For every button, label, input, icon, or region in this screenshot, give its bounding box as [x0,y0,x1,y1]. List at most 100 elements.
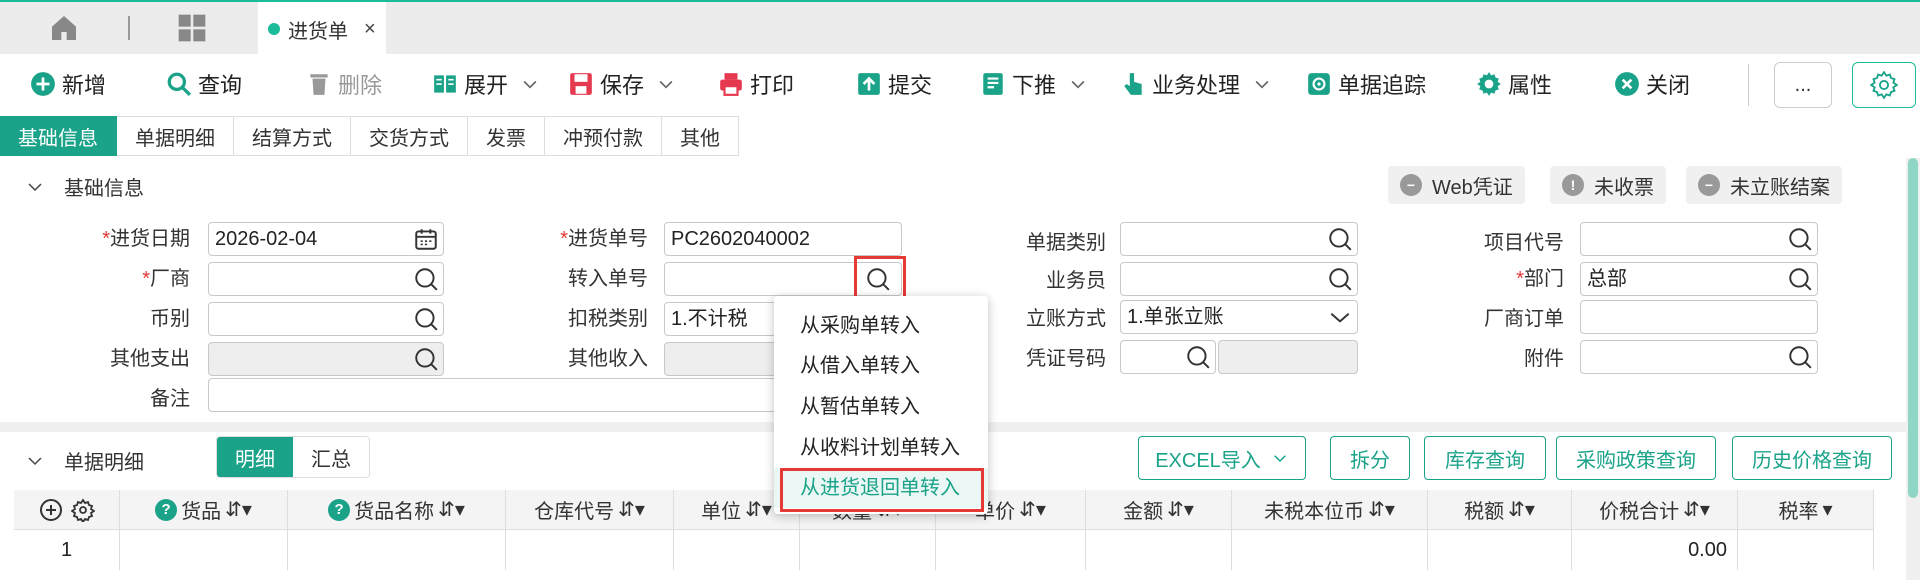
attachment-field[interactable] [1580,340,1818,374]
purchase-policy-button[interactable]: 采购政策查询 [1556,436,1716,480]
col-amount[interactable]: 金额 ⇵▾ [1086,490,1232,530]
plus-circle-icon[interactable] [39,498,63,522]
cell-goods[interactable] [120,530,288,570]
search-icon[interactable] [413,306,439,332]
save-button[interactable]: 保存 [568,66,676,102]
search-icon[interactable] [1185,344,1211,370]
business-button[interactable]: 业务处理 [1120,66,1272,102]
tab-settlement[interactable]: 结算方式 [234,116,351,156]
cell-amount[interactable] [1086,530,1232,570]
tab-other[interactable]: 其他 [662,116,739,156]
voucher-no-label: 凭证号码 [1026,348,1106,370]
toggle-detail[interactable]: 明细 [217,437,293,477]
transfer-no-label: 转入单号 [568,268,648,290]
other-expense-field [208,342,444,376]
delete-button[interactable]: 删除 [306,66,382,102]
more-button[interactable]: ... [1774,62,1832,108]
doc-type-field[interactable] [1120,222,1358,256]
order-no-field[interactable]: PC2602040002 [664,222,902,256]
basic-info-header[interactable]: 基础信息 [26,172,144,201]
currency-field[interactable] [208,302,444,336]
col-tax[interactable]: 税额 ⇵▾ [1428,490,1572,530]
print-button[interactable]: 打印 [718,66,794,102]
tab-basic-info[interactable]: 基础信息 [0,116,117,156]
business-label: 业务处理 [1152,73,1241,98]
detail-header[interactable]: 单据明细 [26,446,144,475]
cell-unit[interactable] [674,530,800,570]
cell-total[interactable]: 0.00 [1572,530,1738,570]
not-settled-tag[interactable]: − 未立账结案 [1686,166,1842,204]
hand-icon [1120,71,1146,97]
excel-import-button[interactable]: EXCEL导入 [1138,436,1306,480]
push-down-button[interactable]: 下推 [980,66,1088,102]
col-warehouse[interactable]: 仓库代号 ⇵▾ [506,490,674,530]
voucher-no-field[interactable] [1120,340,1216,374]
tab-delivery[interactable]: 交货方式 [351,116,468,156]
cell-quantity[interactable] [800,530,936,570]
tab-invoice[interactable]: 发票 [468,116,545,156]
toolbar: 新增 查询 删除 展开 保存 打印 提交 下推 业务处理 单据追踪 属性 关闭 … [0,54,1920,114]
cell-unit-price[interactable] [936,530,1086,570]
stock-query-button[interactable]: 库存查询 [1424,436,1546,480]
project-code-field[interactable] [1580,222,1818,256]
grid-icon[interactable] [176,12,208,44]
search-icon[interactable] [1787,226,1813,252]
col-untaxed-base[interactable]: 未税本位币 ⇵▾ [1232,490,1428,530]
list-icon [980,71,1006,97]
col-goods[interactable]: ? 货品 ⇵▾ [120,490,288,530]
toggle-summary[interactable]: 汇总 [293,437,369,477]
col-goods-name[interactable]: ? 货品名称 ⇵▾ [288,490,506,530]
cell-goods-name[interactable] [288,530,506,570]
close-tab-icon[interactable]: × [364,18,376,41]
tab-detail[interactable]: 单据明细 [117,116,234,156]
cell-tax-rate[interactable] [1738,530,1874,570]
top-tab-bar: 进货单 × [0,0,1920,56]
trace-button[interactable]: 单据追踪 [1306,66,1426,102]
trace-label: 单据追踪 [1338,73,1427,98]
web-voucher-tag[interactable]: − Web凭证 [1388,166,1525,204]
cell-tax[interactable] [1428,530,1572,570]
row-index: 1 [14,530,120,570]
search-icon[interactable] [1327,266,1353,292]
home-icon[interactable] [48,12,80,44]
search-icon[interactable] [1787,266,1813,292]
query-button[interactable]: 查询 [166,66,242,102]
new-button[interactable]: 新增 [30,66,106,102]
expand-button[interactable]: 展开 [432,66,540,102]
submit-button[interactable]: 提交 [856,66,932,102]
properties-button[interactable]: 属性 [1476,66,1552,102]
department-label: *部门 [1516,268,1564,290]
split-button[interactable]: 拆分 [1330,436,1410,480]
department-field[interactable]: 总部 [1580,262,1818,296]
not-received-tag[interactable]: ! 未收票 [1550,166,1666,204]
tab-prepayment[interactable]: 冲预付款 [545,116,662,156]
menu-item-from-purchase-order[interactable]: 从采购单转入 [774,306,988,346]
cell-warehouse[interactable] [506,530,674,570]
other-expense-label: 其他支出 [110,348,190,370]
staff-field[interactable] [1120,262,1358,296]
account-method-select[interactable]: 1.单张立账 [1120,300,1358,334]
menu-item-from-receipt-plan[interactable]: 从收料计划单转入 [774,428,988,468]
vendor-order-field[interactable] [1580,300,1818,334]
col-tax-rate[interactable]: 税率 ▾ [1738,490,1874,530]
document-tab[interactable]: 进货单 × [258,2,386,56]
question-icon: ? [155,498,178,521]
scrollbar-thumb[interactable] [1908,158,1918,498]
gear-icon[interactable] [70,497,95,522]
cell-untaxed-base[interactable] [1232,530,1428,570]
new-label: 新增 [62,73,107,98]
search-icon[interactable] [413,266,439,292]
price-history-button[interactable]: 历史价格查询 [1732,436,1892,480]
col-total[interactable]: 价税合计 ⇵▾ [1572,490,1738,530]
selected-menu-highlight [780,468,984,512]
search-icon[interactable] [1327,226,1353,252]
menu-item-from-borrow[interactable]: 从借入单转入 [774,346,988,386]
settings-button[interactable] [1852,62,1916,108]
remark-field[interactable] [208,378,788,412]
close-button[interactable]: 关闭 [1614,66,1690,102]
date-field[interactable]: 2026-02-04 [208,222,444,256]
search-icon[interactable] [1787,344,1813,370]
menu-item-from-estimate[interactable]: 从暂估单转入 [774,387,988,427]
vendor-field[interactable] [208,262,444,296]
calendar-icon[interactable] [413,226,439,252]
